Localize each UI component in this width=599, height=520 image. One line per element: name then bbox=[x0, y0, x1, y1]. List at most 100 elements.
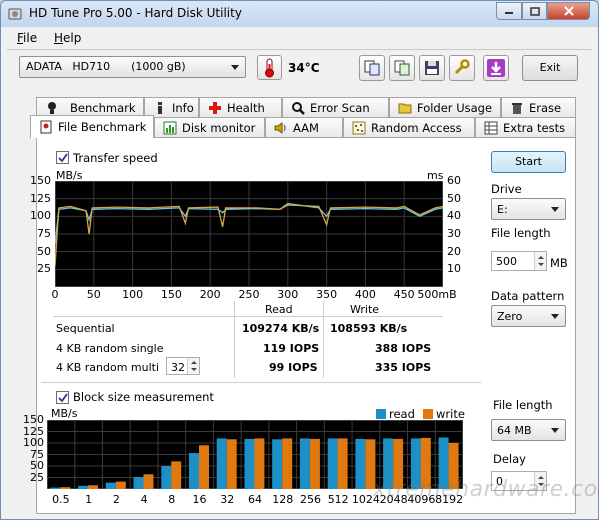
file-benchmark-icon bbox=[40, 120, 52, 134]
x-tick-label: 16 bbox=[192, 493, 207, 506]
data-pattern-dropdown[interactable]: Zero bbox=[491, 305, 566, 327]
stepper-arrows[interactable] bbox=[534, 252, 546, 270]
watermark: xtremehardware.com bbox=[373, 477, 599, 502]
file-length-label: File length bbox=[491, 226, 551, 240]
tab-random-access-label: Random Access bbox=[371, 120, 462, 135]
legend-write-swatch bbox=[423, 409, 433, 419]
drive-dropdown[interactable]: ADATA HD710 (1000 gB) bbox=[19, 56, 246, 78]
queue-depth-stepper[interactable]: 32 bbox=[166, 357, 200, 375]
exit-button[interactable]: Exit bbox=[522, 55, 578, 81]
transfer-speed-chart bbox=[55, 181, 443, 287]
x-tick-label: 250 bbox=[238, 288, 260, 301]
bar-write bbox=[282, 438, 293, 489]
maximize-button[interactable] bbox=[522, 2, 547, 20]
copy-info-button[interactable] bbox=[359, 55, 385, 81]
tab-aam[interactable]: AAM bbox=[265, 117, 343, 137]
results-random-multi-read: 99 IOPS bbox=[269, 361, 318, 374]
legend-read-label: read bbox=[389, 407, 415, 421]
bar-read bbox=[50, 487, 61, 489]
x-tick-label: 400 bbox=[354, 288, 376, 301]
info-icon bbox=[158, 101, 162, 114]
y-tick-label-right: 10 bbox=[447, 262, 461, 276]
tab-health[interactable]: Health bbox=[199, 97, 282, 117]
tab-folder-usage-label: Folder Usage bbox=[417, 100, 493, 115]
tab-disk-monitor[interactable]: Disk monitor bbox=[154, 117, 265, 137]
start-button[interactable]: Start bbox=[491, 151, 566, 173]
drive-letter-dropdown[interactable]: E: bbox=[491, 198, 566, 220]
transfer-speed-label: Transfer speed bbox=[73, 151, 158, 165]
bar-read bbox=[299, 438, 310, 489]
x-tick-label: 256 bbox=[299, 493, 321, 506]
tab-extra-tests[interactable]: Extra tests bbox=[475, 117, 576, 137]
download-button[interactable] bbox=[483, 55, 509, 81]
close-button[interactable] bbox=[547, 2, 590, 20]
tab-extra-tests-label: Extra tests bbox=[503, 120, 566, 135]
results-row-label: 4 KB random single bbox=[56, 342, 164, 355]
block-size-checkbox[interactable] bbox=[56, 391, 69, 404]
y-tick-label: 25 bbox=[37, 262, 51, 276]
tab-file-benchmark[interactable]: File Benchmark bbox=[30, 115, 154, 138]
results-col-divider-1 bbox=[234, 301, 235, 378]
y-tick-label: 25 bbox=[30, 470, 44, 484]
data-pattern-label: Data pattern bbox=[491, 289, 565, 303]
menu-file[interactable]: File bbox=[17, 31, 37, 45]
results-sequential-read: 109274 KB/s bbox=[242, 322, 320, 335]
copy-all-button[interactable] bbox=[389, 55, 415, 81]
results-header-write: Write bbox=[350, 303, 380, 316]
bar-write bbox=[60, 487, 71, 489]
drive-label: Drive bbox=[491, 182, 522, 196]
x-tick-label: 4 bbox=[140, 493, 148, 506]
floppy-disk-icon bbox=[425, 61, 439, 75]
tab-folder-usage[interactable]: Folder Usage bbox=[389, 97, 501, 117]
chevron-down-icon bbox=[551, 428, 559, 433]
app-window: HD Tune Pro 5.00 - Hard Disk Utility Fil… bbox=[0, 0, 599, 520]
tab-error-scan[interactable]: Error Scan bbox=[282, 97, 389, 117]
tab-random-access[interactable]: Random Access bbox=[343, 117, 475, 137]
legend-read-swatch bbox=[376, 409, 386, 419]
tab-health-label: Health bbox=[227, 100, 265, 115]
legend-write-label: write bbox=[436, 407, 465, 421]
temperature-button[interactable] bbox=[257, 55, 282, 80]
results-random-single-write: 388 IOPS bbox=[375, 342, 432, 355]
save-button[interactable] bbox=[419, 55, 445, 81]
maximize-icon bbox=[529, 6, 540, 16]
block-file-length-dropdown[interactable]: 64 MB bbox=[491, 419, 566, 441]
results-header-read: Read bbox=[265, 303, 293, 316]
bar-read bbox=[272, 439, 283, 489]
transfer-speed-checkbox[interactable] bbox=[56, 151, 69, 164]
bar-read bbox=[161, 466, 172, 489]
bar-write bbox=[337, 438, 348, 489]
tab-benchmark[interactable]: Benchmark bbox=[36, 97, 144, 117]
results-random-multi-write: 335 IOPS bbox=[375, 361, 432, 374]
options-button[interactable] bbox=[449, 55, 475, 81]
file-length-stepper[interactable]: 500 bbox=[491, 251, 547, 271]
y-tick-label: 75 bbox=[37, 227, 51, 240]
thermometer-icon bbox=[265, 58, 274, 78]
file-length-unit: MB bbox=[550, 256, 568, 270]
table-icon bbox=[484, 121, 498, 134]
tab-erase[interactable]: Erase bbox=[501, 97, 576, 117]
bar-read bbox=[244, 438, 255, 489]
bar-write bbox=[88, 485, 98, 489]
x-tick-label: 50 bbox=[86, 288, 101, 301]
tab-info-label: Info bbox=[172, 100, 194, 115]
x-tick-label: 150 bbox=[160, 288, 182, 301]
x-tick-label: 200 bbox=[199, 288, 221, 301]
x-tick-label: 512 bbox=[327, 493, 349, 506]
minimize-button[interactable] bbox=[496, 2, 522, 20]
y-tick-label-right: 60 bbox=[447, 174, 461, 187]
bar-read bbox=[189, 453, 199, 489]
download-arrow-icon bbox=[487, 59, 505, 77]
x-tick-label: 0 bbox=[51, 288, 59, 301]
stepper-arrows[interactable] bbox=[187, 358, 199, 374]
drive-letter-value: E: bbox=[497, 203, 508, 216]
bar-write bbox=[226, 439, 237, 489]
temperature-readout: 34°C bbox=[288, 61, 320, 75]
results-random-single-read: 119 IOPS bbox=[263, 342, 320, 355]
y-tick-label-right: 30 bbox=[447, 227, 461, 240]
x-tick-label: 450 bbox=[393, 288, 415, 301]
menu-help[interactable]: Help bbox=[54, 31, 81, 45]
tab-info[interactable]: Info bbox=[144, 97, 199, 117]
up-down-arrows-icon bbox=[538, 256, 544, 266]
copy-all-icon bbox=[394, 60, 410, 76]
